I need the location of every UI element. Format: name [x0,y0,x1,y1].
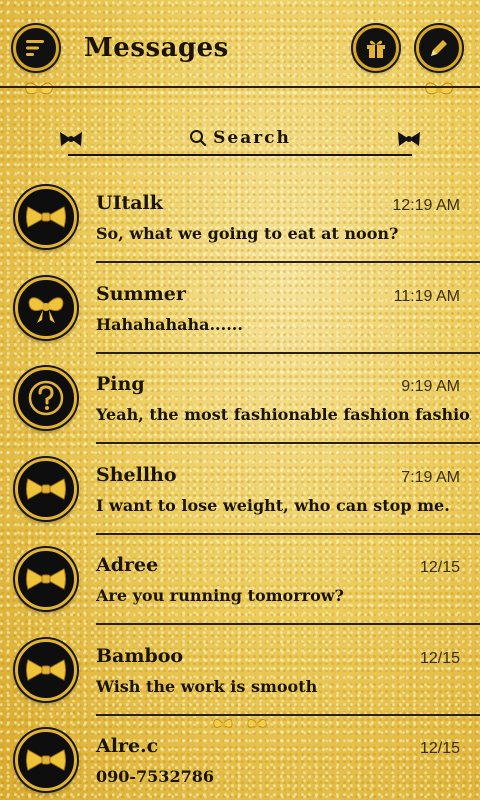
search-icon [190,130,207,147]
search-bar[interactable]: Search [60,124,420,158]
black-bow-icon [398,132,420,146]
message-preview: 090-7532786 [96,767,214,786]
conversation-row[interactable]: Bamboo 12/15 Wish the work is smooth [0,633,480,723]
message-time: 12/15 [419,740,460,757]
decor-bows [212,717,268,733]
conversation-row[interactable]: Adree 12/15 Are you running tomorrow? [0,542,480,632]
bow-tie-icon [26,568,66,590]
app-header: Messages [0,0,480,101]
contact-name: Adree [96,554,159,576]
row-divider [96,261,480,263]
row-divider [96,714,480,716]
gold-bow-icon [247,719,267,728]
question-icon [28,380,64,416]
pencil-icon [431,40,447,56]
contact-name: Alre.c [96,735,159,757]
message-preview: Are you running tomorrow? [96,586,344,605]
bow-icon [28,297,64,323]
message-preview: So, what we going to eat at noon? [96,224,399,243]
search-underline [68,154,412,156]
gold-bow-icon [425,82,453,101]
bow-tie-icon [26,478,66,500]
message-preview: Yeah, the most fashionable fashion fashi… [96,405,471,424]
row-divider [96,623,480,625]
row-divider [96,442,480,444]
contact-name: Summer [96,283,186,305]
gift-button[interactable] [353,25,399,71]
message-time: 12/15 [419,650,460,667]
avatar[interactable] [15,458,77,520]
bow-tie-icon [26,206,66,228]
gold-bow-icon [25,82,53,101]
message-preview: I want to lose weight, who can stop me. [96,496,450,515]
message-time: 9:19 AM [401,378,460,395]
page-title: Messages [84,33,229,63]
search-label: Search [213,128,291,148]
avatar[interactable] [15,367,77,429]
avatar[interactable] [15,186,77,248]
message-preview: Wish the work is smooth [96,677,318,696]
contact-name: Shellho [96,464,177,486]
message-preview: Hahahahaha...... [96,315,243,334]
message-time: 12/15 [419,559,460,576]
gold-bow-icon [213,719,233,728]
compose-button[interactable] [416,25,462,71]
avatar[interactable] [15,548,77,610]
search-field[interactable]: Search [60,128,420,148]
conversation-row[interactable]: UItalk 12:19 AM So, what we going to eat a… [0,180,480,270]
conversation-row[interactable]: Summer 11:19 AM Hahahahaha...... [0,271,480,361]
conversation-row[interactable]: Alre.c 12/15 090-7532786 [0,723,480,800]
avatar[interactable] [15,277,77,339]
bow-tie-icon [26,659,66,681]
row-divider [96,533,480,535]
message-time: 12:19 AM [392,197,460,214]
menu-button[interactable] [13,25,59,71]
conversation-row[interactable]: Shellho 7:19 AM I want to lose weight, who… [0,452,480,542]
contact-name: Bamboo [96,645,184,667]
bow-tie-icon [26,749,66,771]
conversation-row[interactable]: Ping 9:19 AM Yeah, the most fashionable fa… [0,361,480,451]
gift-icon [367,40,385,58]
contact-name: Ping [96,373,145,395]
header-divider [0,86,480,88]
row-divider [96,352,480,354]
contact-name: UItalk [96,192,163,214]
message-time: 11:19 AM [393,288,460,305]
avatar[interactable] [15,639,77,701]
message-time: 7:19 AM [401,469,460,486]
avatar[interactable] [15,729,77,791]
menu-icon [26,40,44,56]
